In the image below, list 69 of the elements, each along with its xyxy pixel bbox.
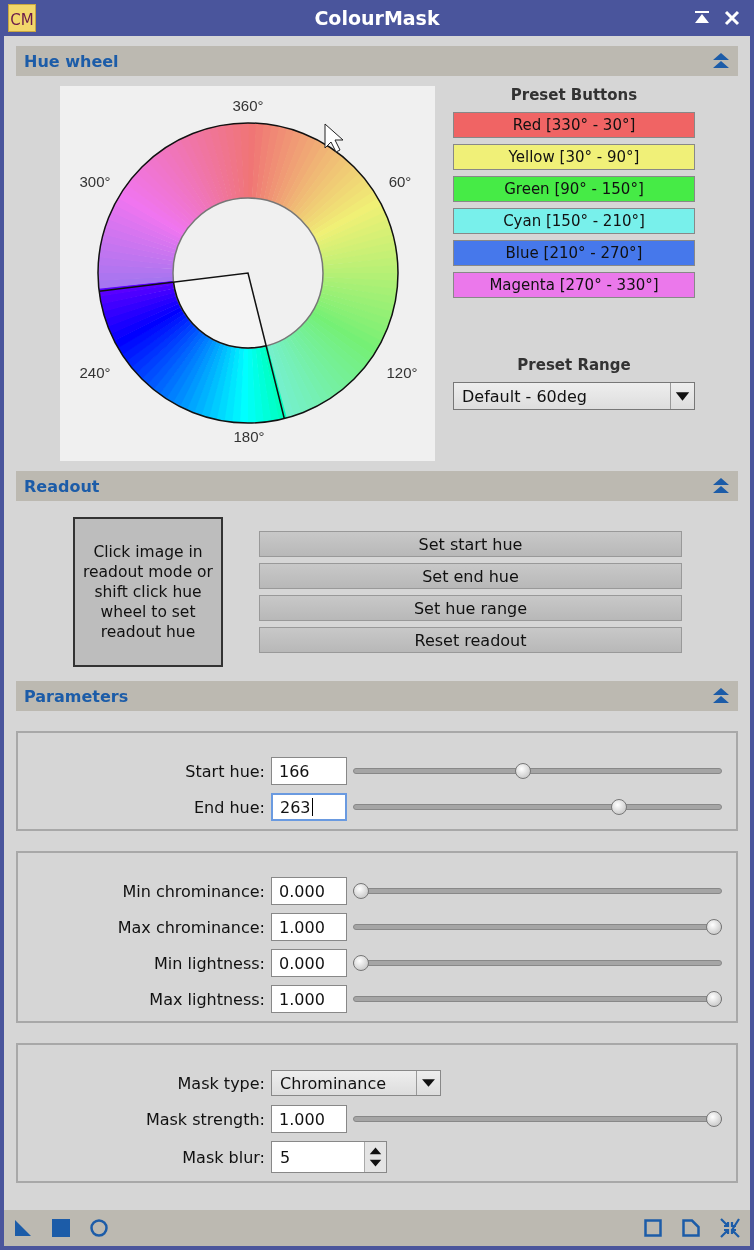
collapse-icon[interactable] xyxy=(712,687,730,705)
readout-button[interactable]: Set start hue xyxy=(259,531,682,557)
section-title: Hue wheel xyxy=(24,51,119,71)
slider[interactable] xyxy=(353,954,722,972)
mouse-cursor-icon xyxy=(324,123,344,153)
value-field[interactable]: 1.000 xyxy=(271,913,347,941)
preset-button[interactable]: Cyan [150° - 210°] xyxy=(453,208,695,234)
spin-field[interactable]: 5 xyxy=(271,1141,387,1173)
readout-button[interactable]: Set hue range xyxy=(259,595,682,621)
slider-thumb[interactable] xyxy=(706,991,722,1007)
shade-icon[interactable] xyxy=(694,10,710,26)
parameter-label: Mask strength: xyxy=(144,1109,266,1129)
degree-label: 300° xyxy=(79,173,111,190)
value-field[interactable]: 166 xyxy=(271,757,347,785)
section-title: Parameters xyxy=(24,686,129,706)
page-icon[interactable] xyxy=(682,1219,700,1237)
slider-thumb[interactable] xyxy=(706,919,722,935)
readout-swatch[interactable]: Click image in readout mode or shift click hue wheel to set readout hue xyxy=(73,517,223,667)
slider[interactable] xyxy=(353,762,722,780)
window-title: ColourMask xyxy=(314,7,440,29)
value-field[interactable]: 263 xyxy=(271,793,347,821)
preset-button[interactable]: Blue [210° - 270°] xyxy=(453,240,695,266)
section-title: Readout xyxy=(24,476,100,496)
circle-icon[interactable] xyxy=(90,1219,108,1237)
collapse-icon[interactable] xyxy=(712,52,730,70)
parameter-label: Max lightness: xyxy=(148,989,266,1009)
parameter-label: Mask blur: xyxy=(181,1147,266,1167)
close-icon[interactable] xyxy=(724,10,740,26)
preset-button[interactable]: Green [90° - 150°] xyxy=(453,176,695,202)
slider[interactable] xyxy=(353,1110,722,1128)
readout-button[interactable]: Set end hue xyxy=(259,563,682,589)
parameter-label: Min lightness: xyxy=(153,953,266,973)
readout-button[interactable]: Reset readout xyxy=(259,627,682,653)
square-outline-icon[interactable] xyxy=(644,1219,662,1237)
parameter-label: Mask type: xyxy=(176,1073,266,1093)
slider-thumb[interactable] xyxy=(515,763,532,779)
preset-range-dropdown[interactable]: Default - 60deg xyxy=(453,382,695,410)
value-field[interactable]: 1.000 xyxy=(271,985,347,1013)
triangle-icon[interactable] xyxy=(14,1219,32,1237)
preset-range-heading: Preset Range xyxy=(517,356,631,374)
parameter-label: End hue: xyxy=(193,797,266,817)
slider[interactable] xyxy=(353,990,722,1008)
slider-thumb[interactable] xyxy=(353,955,369,971)
parameter-label: Start hue: xyxy=(184,761,266,781)
compress-icon[interactable] xyxy=(720,1218,740,1238)
slider-thumb[interactable] xyxy=(610,799,627,815)
slider-thumb[interactable] xyxy=(353,883,369,899)
degree-label: 120° xyxy=(386,364,418,381)
degree-label: 60° xyxy=(388,173,412,190)
slider[interactable] xyxy=(353,882,722,900)
presets-heading: Preset Buttons xyxy=(510,86,638,104)
degree-label: 240° xyxy=(79,364,111,381)
parameter-label: Min chrominance: xyxy=(121,881,266,901)
app-icon: CM xyxy=(8,4,36,32)
value-field[interactable]: 0.000 xyxy=(271,877,347,905)
degree-label: 360° xyxy=(232,97,264,114)
slider-thumb[interactable] xyxy=(706,1111,722,1127)
collapse-icon[interactable] xyxy=(712,477,730,495)
degree-label: 180° xyxy=(233,428,265,445)
value-field[interactable]: 1.000 xyxy=(271,1105,347,1133)
mask-type-dropdown[interactable]: Chrominance xyxy=(271,1070,441,1096)
preset-button[interactable]: Yellow [30° - 90°] xyxy=(453,144,695,170)
slider[interactable] xyxy=(353,798,722,816)
spin-arrows-icon[interactable] xyxy=(364,1142,386,1172)
preset-button[interactable]: Red [330° - 30°] xyxy=(453,112,695,138)
value-field[interactable]: 0.000 xyxy=(271,949,347,977)
preset-button[interactable]: Magenta [270° - 330°] xyxy=(453,272,695,298)
slider[interactable] xyxy=(353,918,722,936)
parameter-label: Max chrominance: xyxy=(116,917,266,937)
